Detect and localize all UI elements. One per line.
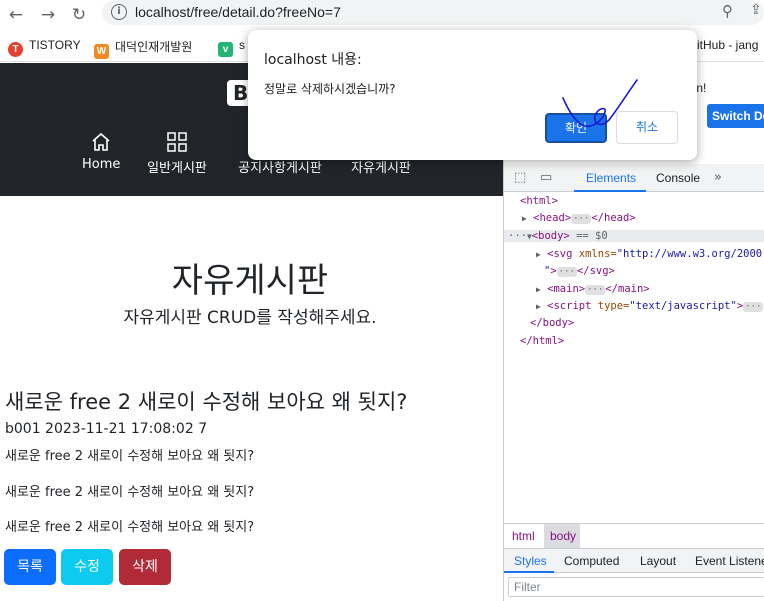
post-content-line: 새로운 free 2 새로이 수정해 보아요 왜 됫지? (5, 485, 255, 500)
nav-home[interactable]: Home (82, 131, 120, 172)
dialog-title: localhost 내용: (264, 52, 362, 68)
active-subtab-indicator (504, 571, 554, 573)
device-toolbar-icon[interactable]: ▭ (540, 170, 552, 185)
devtools-tabs: ⬚ ▭ Elements Console » (504, 164, 764, 192)
page-subtitle: 자유게시판 CRUD를 작성해주세요. (123, 308, 377, 328)
page-title: 자유게시판 (171, 261, 329, 301)
zoom-icon[interactable]: ⚲ (722, 2, 733, 20)
expand-triangle-icon[interactable]: ▶ (536, 285, 541, 294)
expand-triangle-icon[interactable]: ▶ (536, 302, 541, 311)
site-info-icon[interactable]: i (111, 4, 127, 20)
active-tab-indicator (574, 190, 646, 192)
forward-arrow-icon[interactable]: → (37, 4, 59, 26)
post-content-line: 새로운 free 2 새로이 수정해 보아요 왜 됫지? (5, 449, 255, 464)
dom-node-html-close[interactable]: </html> (520, 335, 564, 347)
inspect-icon[interactable]: ⬚ (514, 170, 526, 185)
bookmark-github[interactable]: itHub - jang (697, 38, 758, 52)
more-tabs-icon[interactable]: » (714, 170, 722, 185)
reload-icon[interactable]: ↻ (68, 4, 90, 26)
grid-icon (146, 131, 208, 153)
delete-button[interactable]: 삭제 (119, 549, 171, 585)
tab-event-listeners[interactable]: Event Listene (695, 554, 764, 568)
bookmark-daedeok[interactable]: W 대덕인재개발원 (94, 38, 192, 59)
confirm-dialog: localhost 내용: 정말로 삭제하시겠습니까? 확인 취소 (248, 30, 697, 160)
tab-elements[interactable]: Elements (586, 171, 636, 185)
dom-node-body[interactable]: ···▼<body> == $0 (504, 230, 764, 242)
nav-general-board[interactable]: 일반게시판 (146, 131, 208, 176)
ellipsis-icon[interactable]: ··· (571, 214, 592, 224)
styles-filter-input[interactable]: Filter (508, 577, 764, 597)
dom-node-head[interactable]: ▶ <head> ··· </head> (522, 212, 636, 224)
expand-triangle-icon[interactable]: ▶ (522, 214, 527, 223)
back-arrow-icon[interactable]: ← (5, 4, 27, 26)
dom-node-body-close[interactable]: </body> (530, 317, 574, 329)
ellipsis-icon[interactable]: ··· (585, 285, 606, 295)
dialog-message: 정말로 삭제하시겠습니까? (264, 82, 396, 96)
dom-node-script[interactable]: ▶ <script type="text/javascript"> ··· (536, 300, 764, 312)
styles-subtabs: Styles Computed Layout Event Listene (504, 548, 764, 573)
ellipsis-icon[interactable]: ··· (556, 267, 577, 277)
tab-console[interactable]: Console (656, 171, 700, 185)
post-title: 새로운 free 2 새로이 수정해 보아요 왜 됫지? (5, 390, 408, 414)
crumb-html[interactable]: html (512, 529, 535, 543)
bookmark-s[interactable]: vs (218, 38, 245, 57)
home-icon (82, 131, 120, 153)
edit-button[interactable]: 수정 (61, 549, 113, 585)
switch-devtools-button[interactable]: Switch De (707, 104, 764, 128)
tab-layout[interactable]: Layout (640, 554, 676, 568)
dom-node-main[interactable]: ▶ <main> ··· </main> (536, 283, 650, 295)
post-meta: b001 2023-11-21 17:08:02 7 (5, 421, 208, 437)
expand-triangle-icon[interactable]: ▶ (536, 250, 541, 259)
dom-node-svg[interactable]: ▶ <svg xmlns="http://www.w3.org/2000 (536, 248, 762, 260)
post-content-line: 새로운 free 2 새로이 수정해 보아요 왜 됫지? (5, 520, 255, 535)
list-button[interactable]: 목록 (4, 549, 56, 585)
dom-node-html[interactable]: <html> (520, 195, 558, 207)
selected-node-marker: == $0 (576, 230, 608, 242)
cancel-button[interactable]: 취소 (616, 111, 678, 144)
v-icon: v (218, 42, 233, 57)
bookmark-tistory[interactable]: T TISTORY (8, 38, 81, 57)
dom-node-menu-icon[interactable]: ··· (508, 230, 527, 242)
tab-styles[interactable]: Styles (514, 554, 547, 568)
confirm-button[interactable]: 확인 (545, 113, 607, 143)
address-bar[interactable]: i localhost/free/detail.do?freeNo=7 ⚲ ⇪ (102, 0, 764, 25)
dom-node-svg-close[interactable]: "> ··· </svg> (544, 265, 615, 277)
url-text[interactable]: localhost/free/detail.do?freeNo=7 (135, 4, 341, 20)
tab-computed[interactable]: Computed (564, 554, 619, 568)
breadcrumb: html body (504, 523, 764, 548)
daedeok-icon: W (94, 44, 109, 59)
browser-toolbar: ← → ↻ i localhost/free/detail.do?freeNo=… (0, 0, 764, 30)
tistory-icon: T (8, 42, 23, 57)
ellipsis-icon[interactable]: ··· (743, 302, 764, 312)
crumb-body[interactable]: body (550, 529, 576, 543)
share-icon[interactable]: ⇪ (750, 2, 762, 18)
